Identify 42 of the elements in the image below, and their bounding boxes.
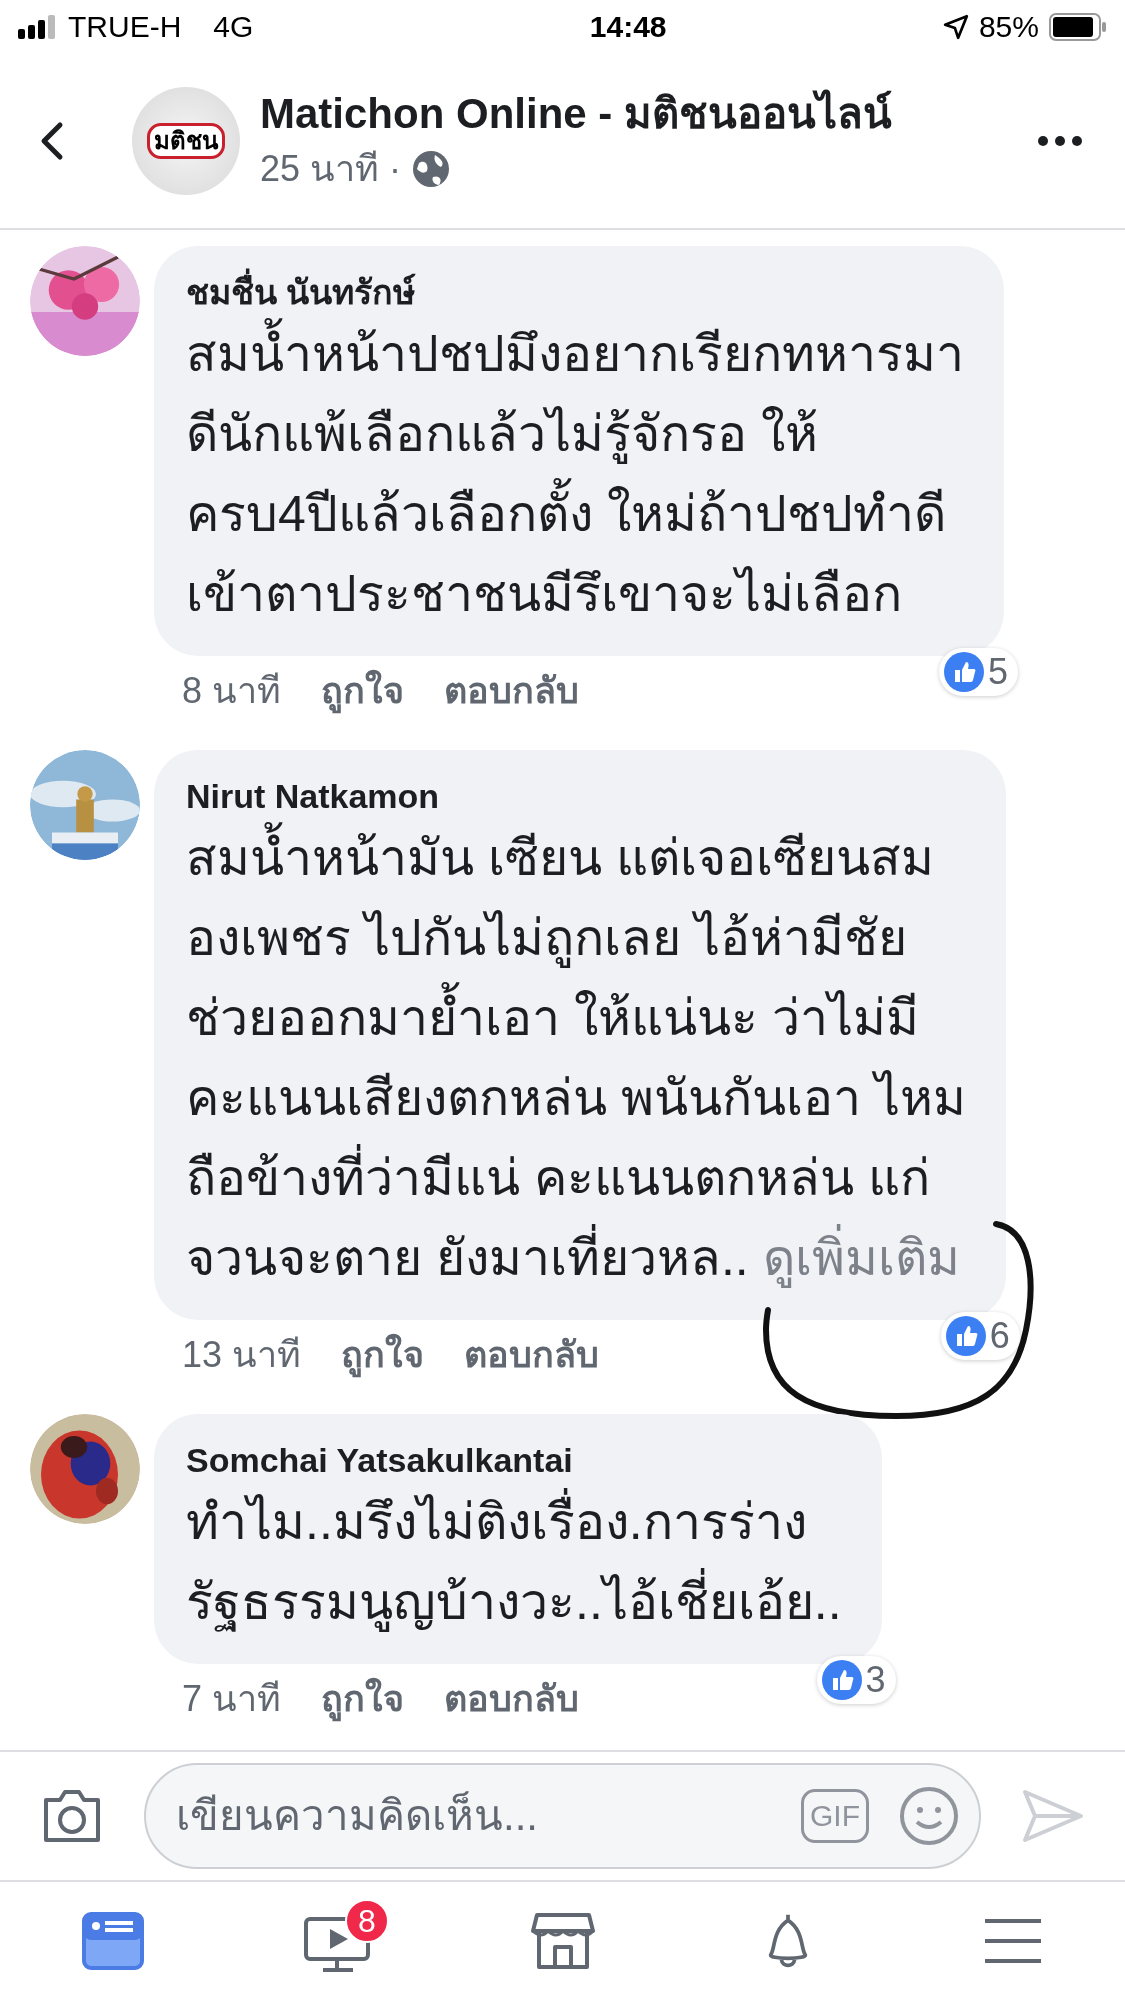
thumbs-up-icon [945, 1315, 986, 1356]
reply-link[interactable]: ตอบกลับ [444, 663, 580, 718]
comment-text: สมน้ำหน้ามัน เซียน แต่เจอเซียนสม องเพชร ไปกันไม่ถูกเลย ไอ้ห่ามีชัย ช่วยออกมาย้ำเอา ให้แน่นะ ว่าไม่มี คะแนนเสียงตกหล่น พนันกันเอา ไหม ถือข้างที่ว่ามีแน่ คะแนนตกหล่น แก่ จวนจะตาย ยังมาเที่ยวหล.. ดูเพิ่มเติม [186, 817, 966, 1298]
like-count: 5 [987, 653, 1008, 690]
network-type: 4G [213, 9, 254, 46]
reaction-badge[interactable]: 6 [940, 1311, 1020, 1360]
nav-tab[interactable]: 8 [225, 1881, 450, 2000]
like-link[interactable]: ถูกใจ [321, 663, 405, 718]
clock: 14:48 [589, 9, 667, 46]
author-name[interactable]: Somchai Yatsakulkantai [186, 1437, 842, 1482]
reaction-badge[interactable]: 5 [938, 647, 1018, 696]
location-arrow-icon [942, 13, 969, 40]
comment-time: 13 นาที [182, 1332, 302, 1377]
separator-dot: · [389, 146, 402, 191]
more-icon [1038, 135, 1082, 146]
reply-link[interactable]: ตอบกลับ [464, 1327, 600, 1382]
comment-text: สมน้ำหน้าปชปมึงอยากเรียกทหารมา ดีนักแพ้เลือกแล้วไม่รู้จักรอ ให้ ครบ4ปีแล้วเลือกตั้ง ใหม่ถ้าปชปทำดี เข้าตาประชาชนมีรึเขาจะไม่เลือก [186, 313, 964, 634]
logo-text: มติชน [147, 122, 225, 159]
reaction-badge[interactable]: 3 [816, 1655, 896, 1704]
thumbs-up-icon [821, 1659, 862, 1700]
page-logo[interactable]: มติชน [132, 86, 240, 195]
page-title[interactable]: Matichon Online - มติชนออนไลน์ [260, 85, 1035, 142]
battery-icon [1049, 12, 1107, 41]
notification-badge: 8 [345, 1899, 389, 1943]
like-count: 3 [865, 1661, 886, 1698]
like-link[interactable]: ถูกใจ [321, 1671, 405, 1726]
post-time: 25 นาที [260, 146, 380, 191]
battery-percent: 85% [978, 9, 1039, 46]
globe-icon [411, 148, 452, 189]
thumbs-up-icon [943, 651, 984, 692]
like-count: 6 [989, 1317, 1010, 1354]
comment-time: 7 นาที [182, 1676, 282, 1721]
reply-link[interactable]: ตอบกลับ [444, 1671, 580, 1726]
comment-text: ทำไม..มรึงไม่ติงเรื่อง.การร่าง รัฐธรรมนูญบ้างวะ..ไอ้เชี่ยเอ้ย.. [186, 1481, 842, 1642]
author-name[interactable]: ชมชื่น นันทรักษ์ [186, 269, 964, 314]
signal-icon [18, 14, 58, 39]
like-link[interactable]: ถูกใจ [341, 1327, 425, 1382]
emoji-icon[interactable] [899, 1785, 959, 1846]
back-icon [40, 120, 64, 161]
carrier-name: TRUE-H [68, 9, 182, 46]
author-name[interactable]: Nirut Natkamon [186, 773, 966, 818]
comment-time: 8 นาที [182, 668, 282, 713]
